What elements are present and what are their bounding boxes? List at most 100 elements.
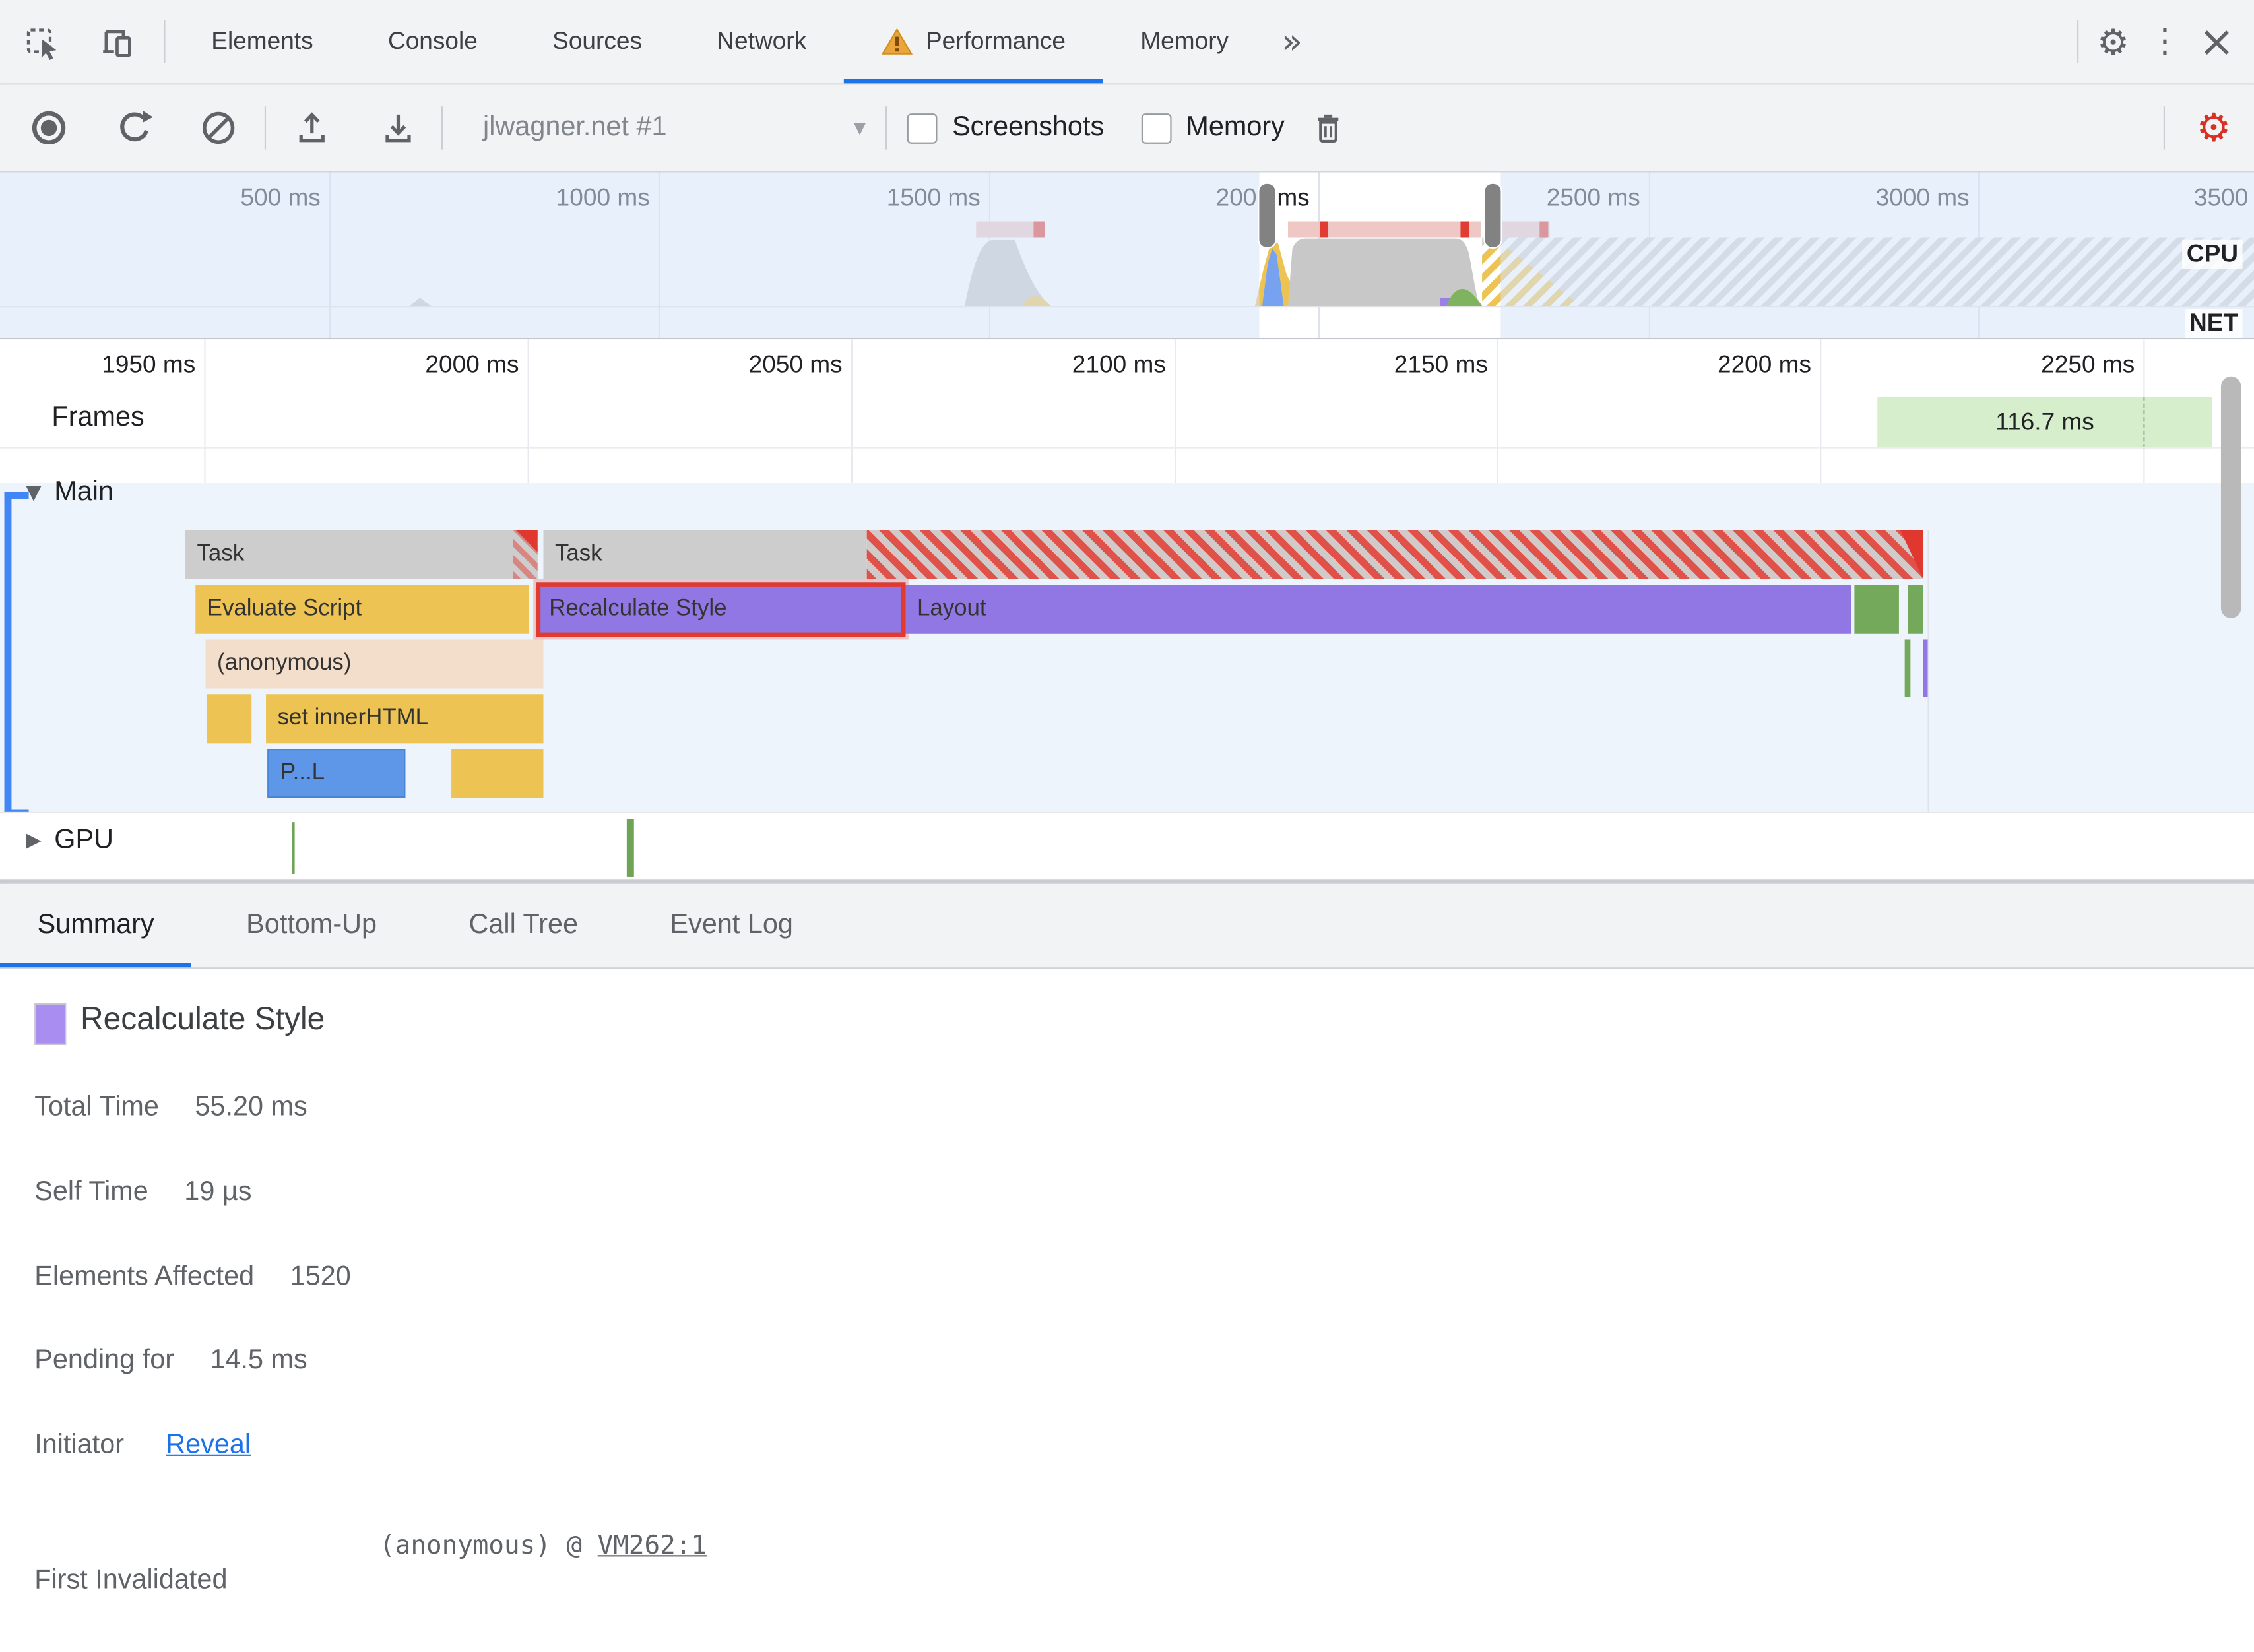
load-profile-icon[interactable] bbox=[286, 96, 338, 160]
session-dropdown-caret[interactable]: ▾ bbox=[854, 113, 866, 143]
first-invalidated-label-text: First Invalidated bbox=[34, 1565, 228, 1596]
first-invalidated-value: (anonymous) @ VM262:1 bbox=[379, 1531, 707, 1561]
vertical-scrollbar[interactable] bbox=[2220, 376, 2241, 618]
gpu-activity-tick[interactable] bbox=[626, 819, 634, 877]
first-invalidated-source: (anonymous) @ bbox=[379, 1531, 598, 1561]
settings-gear-icon[interactable]: ⚙ bbox=[2087, 10, 2139, 73]
gpu-track-label: GPU bbox=[54, 825, 114, 856]
style-sliver[interactable] bbox=[1923, 639, 1928, 697]
long-task-strip bbox=[1288, 221, 1481, 238]
summary-row-value: 1520 bbox=[290, 1261, 351, 1292]
clear-recordings-icon[interactable] bbox=[193, 96, 244, 160]
record-button[interactable] bbox=[23, 96, 75, 160]
tab-event-log[interactable]: Event Log bbox=[633, 884, 831, 967]
tab-performance-label: Performance bbox=[925, 27, 1066, 55]
tab-sources[interactable]: Sources bbox=[515, 0, 679, 83]
event-color-swatch bbox=[34, 1003, 67, 1045]
summary-title: Recalculate Style bbox=[80, 1000, 325, 1036]
anonymous-label: (anonymous) bbox=[216, 651, 352, 676]
tab-performance[interactable]: Performance bbox=[843, 0, 1104, 84]
toolbar-divider bbox=[441, 106, 443, 150]
tab-summary[interactable]: Summary bbox=[0, 884, 193, 968]
memory-label: Memory bbox=[1186, 111, 1285, 143]
tab-console[interactable]: Console bbox=[350, 0, 515, 83]
screenshots-label: Screenshots bbox=[952, 111, 1105, 143]
parse-html-bar[interactable]: P...L bbox=[267, 749, 406, 798]
tab-sources-label: Sources bbox=[552, 27, 643, 55]
parse-html-label: P...L bbox=[280, 760, 325, 785]
close-icon[interactable]: × bbox=[2191, 10, 2242, 73]
anonymous-bar[interactable]: (anonymous) bbox=[205, 639, 544, 689]
more-tabs-icon[interactable]: » bbox=[1266, 10, 1318, 73]
flame-chart-area[interactable]: 1950 ms 2000 ms 2050 ms 2100 ms 2150 ms … bbox=[0, 339, 2254, 880]
long-task-hatch-bar[interactable] bbox=[866, 530, 1923, 579]
summary-row-value: 55.20 ms bbox=[195, 1092, 307, 1123]
gpu-track-header[interactable]: ▶ GPU bbox=[26, 825, 113, 857]
session-select[interactable]: jlwagner.net #1 bbox=[483, 112, 666, 144]
timeline-overview[interactable]: 500 ms 1000 ms 1500 ms 2000 ms 2500 ms 3… bbox=[0, 172, 2254, 340]
task-bar[interactable]: Task bbox=[185, 530, 538, 579]
script-bar[interactable] bbox=[207, 694, 252, 744]
ruler-tick: 2200 ms bbox=[1717, 350, 1812, 378]
long-task-marker bbox=[1460, 221, 1469, 238]
gpu-track-background bbox=[0, 811, 2254, 880]
initiator-reveal-link[interactable]: Reveal bbox=[166, 1430, 251, 1461]
tab-elements[interactable]: Elements bbox=[174, 0, 351, 83]
ruler-tick: 2100 ms bbox=[1072, 350, 1166, 378]
memory-checkbox[interactable] bbox=[1141, 113, 1172, 143]
paint-bar[interactable] bbox=[1854, 585, 1899, 634]
device-toolbar-icon[interactable] bbox=[92, 10, 143, 73]
summary-row-value: 19 µs bbox=[184, 1177, 252, 1208]
save-profile-icon[interactable] bbox=[372, 96, 424, 160]
tab-bottom-up-label: Bottom-Up bbox=[246, 910, 377, 940]
tab-summary-label: Summary bbox=[37, 910, 154, 940]
ruler-tick: 2250 ms bbox=[2041, 350, 2135, 378]
details-tabbar: Summary Bottom-Up Call Tree Event Log bbox=[0, 883, 2254, 969]
set-innerhtml-bar[interactable]: set innerHTML bbox=[266, 694, 544, 744]
performance-toolbar: jlwagner.net #1 ▾ Screenshots Memory ⚙ bbox=[0, 84, 2254, 173]
layout-bar[interactable]: Layout bbox=[905, 585, 1852, 634]
selection-handle-right[interactable] bbox=[1485, 183, 1501, 247]
frame-duration-box[interactable]: 116.7 ms bbox=[1877, 397, 2212, 449]
cpu-label: CPU bbox=[2182, 239, 2243, 269]
main-track-header[interactable]: ▼ Main bbox=[26, 477, 113, 509]
selection-handle-left[interactable] bbox=[1259, 183, 1275, 247]
tab-network[interactable]: Network bbox=[680, 0, 844, 83]
reload-record-button[interactable] bbox=[110, 96, 161, 160]
more-tabs-glyph: » bbox=[1281, 21, 1303, 62]
frame-duration-label: 116.7 ms bbox=[1995, 408, 2094, 436]
first-invalidated-link[interactable]: VM262:1 bbox=[598, 1531, 707, 1561]
inspect-element-icon[interactable] bbox=[17, 10, 69, 73]
overview-dim-left bbox=[0, 172, 1260, 338]
kebab-menu-icon[interactable]: ⋮ bbox=[2139, 10, 2191, 73]
evaluate-script-bar[interactable]: Evaluate Script bbox=[195, 585, 529, 634]
collapse-main-icon[interactable]: ▼ bbox=[26, 482, 41, 505]
tab-bottom-up[interactable]: Bottom-Up bbox=[209, 884, 414, 967]
frames-track-label: Frames bbox=[51, 402, 145, 433]
long-task-corner bbox=[516, 530, 538, 552]
devtools-window: Elements Console Sources Network Perform… bbox=[0, 0, 2254, 1652]
summary-row-label: Pending for bbox=[34, 1345, 175, 1376]
summary-row: Total Time 55.20 ms bbox=[34, 1093, 307, 1124]
task-bar[interactable]: Task bbox=[543, 530, 867, 579]
tab-call-tree-label: Call Tree bbox=[468, 910, 579, 940]
tab-call-tree[interactable]: Call Tree bbox=[432, 884, 616, 967]
expand-gpu-icon[interactable]: ▶ bbox=[26, 829, 41, 852]
screenshots-checkbox[interactable] bbox=[907, 113, 938, 143]
paint-sliver[interactable] bbox=[1904, 639, 1911, 697]
tab-network-label: Network bbox=[717, 27, 807, 55]
paint-bar[interactable] bbox=[1908, 585, 1923, 634]
summary-row: Self Time 19 µs bbox=[34, 1177, 251, 1209]
capture-settings-gear-icon[interactable]: ⚙ bbox=[2188, 96, 2239, 160]
tab-event-log-label: Event Log bbox=[670, 910, 793, 940]
toolbar-divider bbox=[886, 106, 888, 150]
script-bar[interactable] bbox=[451, 749, 544, 798]
recalculate-style-bar[interactable]: Recalculate Style bbox=[536, 582, 906, 637]
tab-memory[interactable]: Memory bbox=[1103, 0, 1266, 83]
main-track-label: Main bbox=[54, 477, 114, 508]
trace-end-line bbox=[1927, 530, 1929, 812]
gpu-activity-tick[interactable] bbox=[292, 822, 295, 874]
trash-icon[interactable] bbox=[1302, 96, 1353, 160]
gridline-dashed bbox=[2143, 397, 2145, 449]
summary-row-label: Total Time bbox=[34, 1092, 159, 1123]
